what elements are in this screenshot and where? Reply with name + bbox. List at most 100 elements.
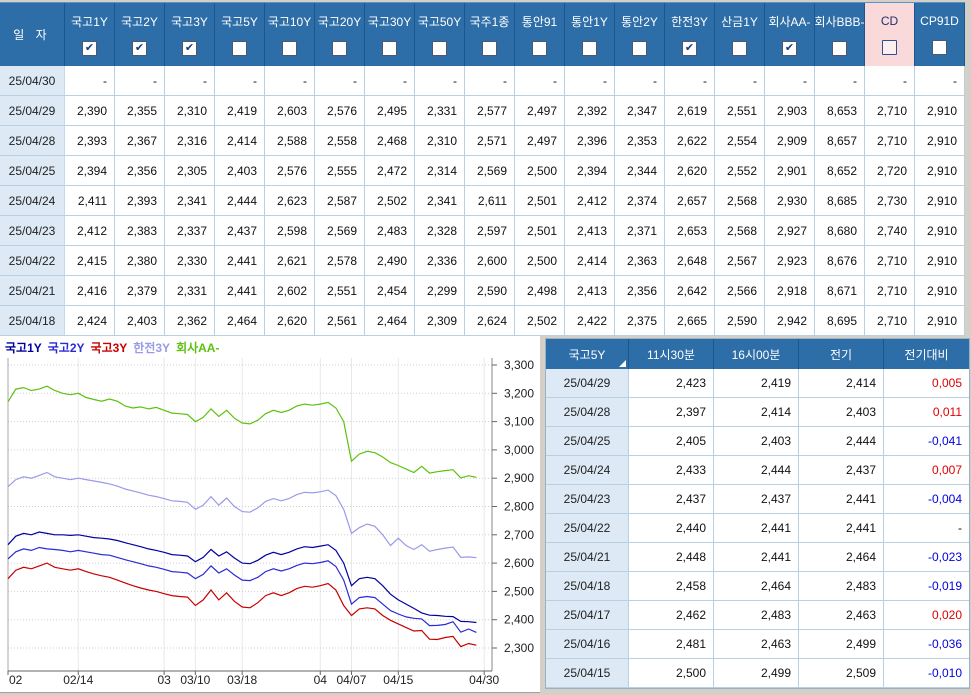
column-checkbox[interactable]: ✔ xyxy=(682,41,697,56)
header-col-4[interactable]: 국고5Y xyxy=(215,3,265,66)
value-cell: 2,554 xyxy=(715,126,765,156)
series-select-header[interactable]: 국고5Y xyxy=(546,339,629,369)
column-checkbox[interactable]: ✔ xyxy=(82,41,97,56)
detail-value-cell: 2,444 xyxy=(799,427,884,456)
column-checkbox[interactable] xyxy=(732,41,747,56)
header-col-6[interactable]: 국고20Y xyxy=(315,3,365,66)
value-cell: 2,910 xyxy=(915,216,965,246)
value-cell: 2,602 xyxy=(265,276,315,306)
header-col-15[interactable]: 회사AA-✔ xyxy=(765,3,815,66)
value-cell: 2,362 xyxy=(165,306,215,336)
header-col-1[interactable]: 국고1Y✔ xyxy=(65,3,115,66)
y-tick-label: 3,000 xyxy=(504,443,534,457)
column-checkbox[interactable] xyxy=(332,41,347,56)
value-cell: 2,576 xyxy=(265,156,315,186)
column-label: 산금1Y xyxy=(721,13,758,30)
table-row: 25/04/222,4152,3802,3302,4412,6212,5782,… xyxy=(0,246,965,276)
value-cell: - xyxy=(665,66,715,96)
x-tick-label: 04/30 xyxy=(469,673,499,687)
x-tick-label: 03 xyxy=(157,673,171,687)
value-cell: 2,305 xyxy=(165,156,215,186)
value-cell: 2,571 xyxy=(465,126,515,156)
column-checkbox[interactable] xyxy=(882,40,897,55)
value-cell: 2,396 xyxy=(565,126,615,156)
value-cell: - xyxy=(365,66,415,96)
value-cell: 8,652 xyxy=(815,156,865,186)
value-cell: 2,331 xyxy=(415,96,465,126)
value-cell: 2,576 xyxy=(315,96,365,126)
column-checkbox[interactable] xyxy=(832,41,847,56)
value-cell: 2,422 xyxy=(565,306,615,336)
table-row: 25/04/282,3932,3672,3162,4142,5882,5582,… xyxy=(0,126,965,156)
value-cell: 2,309 xyxy=(415,306,465,336)
header-col-14[interactable]: 산금1Y xyxy=(715,3,765,66)
table-row: 25/04/182,4242,4032,3622,4642,6202,5612,… xyxy=(0,306,965,336)
detail-value-cell: 2,397 xyxy=(629,398,714,427)
corner-triangle-icon xyxy=(619,360,626,367)
header-col-8[interactable]: 국고50Y xyxy=(415,3,465,66)
table-row: 25/04/30------------------ xyxy=(0,66,965,96)
header-col-17[interactable]: CD xyxy=(865,3,915,66)
column-label: 한전3Y xyxy=(671,13,708,30)
column-checkbox[interactable] xyxy=(432,41,447,56)
header-col-11[interactable]: 통안1Y xyxy=(565,3,615,66)
column-checkbox[interactable] xyxy=(582,41,597,56)
detail-row: 25/04/162,4812,4632,499-0,036 xyxy=(546,630,969,659)
detail-value-cell: 2,441 xyxy=(799,485,884,514)
column-checkbox[interactable] xyxy=(232,41,247,56)
value-cell: 2,341 xyxy=(165,186,215,216)
detail-date-cell: 25/04/22 xyxy=(546,514,629,543)
value-cell: 2,383 xyxy=(115,216,165,246)
date-column-header: 일 자 xyxy=(0,3,65,66)
column-checkbox[interactable]: ✔ xyxy=(132,41,147,56)
value-cell: 2,501 xyxy=(515,216,565,246)
value-cell: 2,657 xyxy=(665,186,715,216)
value-cell: - xyxy=(115,66,165,96)
y-tick-label: 2,300 xyxy=(504,641,534,655)
value-cell: 2,598 xyxy=(265,216,315,246)
header-col-13[interactable]: 한전3Y ✔ xyxy=(665,3,715,66)
detail-value-cell: 2,483 xyxy=(714,601,799,630)
column-checkbox[interactable] xyxy=(282,41,297,56)
value-cell: 8,676 xyxy=(815,246,865,276)
header-col-18[interactable]: CP91D xyxy=(915,3,965,66)
column-checkbox[interactable] xyxy=(932,40,947,55)
value-cell: 2,367 xyxy=(115,126,165,156)
value-cell: 2,331 xyxy=(165,276,215,306)
column-checkbox[interactable] xyxy=(482,41,497,56)
value-cell: 2,393 xyxy=(65,126,115,156)
value-cell: - xyxy=(765,66,815,96)
value-cell: 8,695 xyxy=(815,306,865,336)
value-cell: 2,414 xyxy=(215,126,265,156)
header-col-3[interactable]: 국고3Y✔ xyxy=(165,3,215,66)
value-cell: 2,569 xyxy=(315,216,365,246)
header-col-10[interactable]: 통안91 xyxy=(515,3,565,66)
header-col-2[interactable]: 국고2Y✔ xyxy=(115,3,165,66)
value-cell: 2,730 xyxy=(865,186,915,216)
value-cell: 2,394 xyxy=(565,156,615,186)
value-cell: 2,942 xyxy=(765,306,815,336)
column-checkbox[interactable]: ✔ xyxy=(782,41,797,56)
header-col-7[interactable]: 국고30Y xyxy=(365,3,415,66)
value-cell: 2,444 xyxy=(215,186,265,216)
value-cell: 2,710 xyxy=(865,96,915,126)
value-cell: - xyxy=(315,66,365,96)
detail-diff-cell: -0,036 xyxy=(884,630,969,659)
value-cell: 2,356 xyxy=(615,276,665,306)
value-cell: 2,310 xyxy=(415,126,465,156)
value-cell: 2,393 xyxy=(115,186,165,216)
column-checkbox[interactable] xyxy=(532,41,547,56)
y-tick-label: 3,100 xyxy=(504,415,534,429)
header-col-16[interactable]: 회사BBB- xyxy=(815,3,865,66)
column-checkbox[interactable]: ✔ xyxy=(182,41,197,56)
header-col-5[interactable]: 국고10Y xyxy=(265,3,315,66)
value-cell: 2,910 xyxy=(915,276,965,306)
value-cell: 2,903 xyxy=(765,96,815,126)
column-label: 국주1종 xyxy=(470,13,510,30)
value-cell: 2,483 xyxy=(365,216,415,246)
header-col-9[interactable]: 국주1종 xyxy=(465,3,515,66)
column-checkbox[interactable] xyxy=(632,41,647,56)
column-checkbox[interactable] xyxy=(382,41,397,56)
header-col-12[interactable]: 통안2Y xyxy=(615,3,665,66)
value-cell: 8,657 xyxy=(815,126,865,156)
